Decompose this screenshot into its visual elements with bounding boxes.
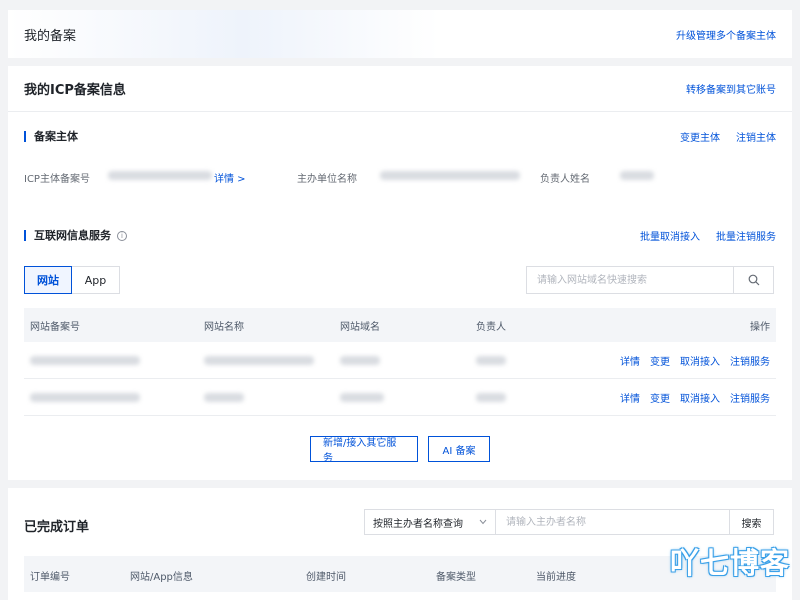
service-tabs: 网站 App xyxy=(24,266,120,294)
icp-number-value xyxy=(108,170,212,181)
page-title: 我的备案 xyxy=(24,28,77,44)
subject-section-header: 备案主体 变更主体 注销主体 xyxy=(24,129,776,144)
domain-search xyxy=(526,266,774,294)
tab-app[interactable]: App xyxy=(72,266,120,294)
col-site-name: 网站名称 xyxy=(204,321,244,333)
col-filing-number: 网站备案号 xyxy=(30,321,80,333)
owner-name-value xyxy=(620,170,654,181)
row-cancel-link[interactable]: 注销服务 xyxy=(730,390,770,405)
col-actions: 操作 xyxy=(750,321,770,333)
search-icon[interactable] xyxy=(733,267,773,293)
row-unlink-link[interactable]: 取消接入 xyxy=(680,353,720,368)
blog-watermark: 吖七博客 xyxy=(669,546,790,580)
col-created-time: 创建时间 xyxy=(306,572,346,583)
row-change-link[interactable]: 变更 xyxy=(650,390,670,405)
organizer-name-input[interactable] xyxy=(496,509,730,535)
service-action-buttons: 新增/接入其它服务 AI 备案 xyxy=(8,436,792,464)
transfer-link[interactable]: 转移备案到其它账号 xyxy=(686,81,776,96)
services-title: 互联网信息服务 i xyxy=(24,230,127,241)
domain-search-input[interactable] xyxy=(527,267,733,293)
orders-search-button[interactable]: 搜索 xyxy=(730,509,774,535)
icp-header: 我的ICP备案信息 转移备案到其它账号 xyxy=(8,66,792,112)
row-cancel-link[interactable]: 注销服务 xyxy=(730,353,770,368)
batch-unlink-link[interactable]: 批量取消接入 xyxy=(640,228,700,243)
cancel-subject-link[interactable]: 注销主体 xyxy=(736,129,776,144)
website-table: 网站备案号 网站名称 网站域名 负责人 操作 详情 变更 取消接入 注销服务 详… xyxy=(24,308,776,416)
change-subject-link[interactable]: 变更主体 xyxy=(680,129,720,144)
info-icon[interactable]: i xyxy=(117,230,127,241)
orders-title: 已完成订单 xyxy=(24,520,90,535)
label-org-name: 主办单位名称 xyxy=(297,174,357,185)
row-unlink-link[interactable]: 取消接入 xyxy=(680,390,720,405)
query-type-select[interactable]: 按照主办者名称查询 xyxy=(364,509,496,535)
services-section-header: 互联网信息服务 i 批量取消接入 批量注销服务 xyxy=(24,228,776,243)
col-order-number: 订单编号 xyxy=(30,572,70,583)
my-filing-header: 我的备案 升级管理多个备案主体 xyxy=(8,10,792,58)
table-header: 网站备案号 网站名称 网站域名 负责人 操作 xyxy=(24,308,776,342)
subject-title: 备案主体 xyxy=(24,131,78,142)
col-progress: 当前进度 xyxy=(536,572,576,583)
orders-table-header: 订单编号 网站/App信息 创建时间 备案类型 当前进度 xyxy=(24,556,776,592)
icp-title: 我的ICP备案信息 xyxy=(24,83,126,98)
add-service-button[interactable]: 新增/接入其它服务 xyxy=(310,436,418,464)
ai-filing-button[interactable]: AI 备案 xyxy=(428,436,490,462)
icp-info-card: 我的ICP备案信息 转移备案到其它账号 备案主体 变更主体 注销主体 ICP主体… xyxy=(8,66,792,480)
label-icp-number: ICP主体备案号 xyxy=(24,174,90,185)
upgrade-link[interactable]: 升级管理多个备案主体 xyxy=(676,27,776,42)
subject-info-row: ICP主体备案号 详情 > 主办单位名称 负责人姓名 xyxy=(24,170,776,186)
row-change-link[interactable]: 变更 xyxy=(650,353,670,368)
detail-link[interactable]: 详情 > xyxy=(214,170,246,185)
row-detail-link[interactable]: 详情 xyxy=(620,353,640,368)
orders-search: 按照主办者名称查询 搜索 xyxy=(364,509,774,535)
col-domain: 网站域名 xyxy=(340,321,380,333)
label-owner-name: 负责人姓名 xyxy=(540,174,590,185)
table-row: 详情 变更 取消接入 注销服务 xyxy=(24,342,776,379)
org-name-value xyxy=(380,170,520,181)
col-site-app-info: 网站/App信息 xyxy=(130,572,193,583)
tab-website[interactable]: 网站 xyxy=(24,266,72,294)
chevron-down-icon xyxy=(479,517,487,528)
row-detail-link[interactable]: 详情 xyxy=(620,390,640,405)
batch-cancel-link[interactable]: 批量注销服务 xyxy=(716,228,776,243)
col-owner: 负责人 xyxy=(476,321,506,333)
table-row: 详情 变更 取消接入 注销服务 xyxy=(24,379,776,416)
col-filing-type: 备案类型 xyxy=(436,572,476,583)
